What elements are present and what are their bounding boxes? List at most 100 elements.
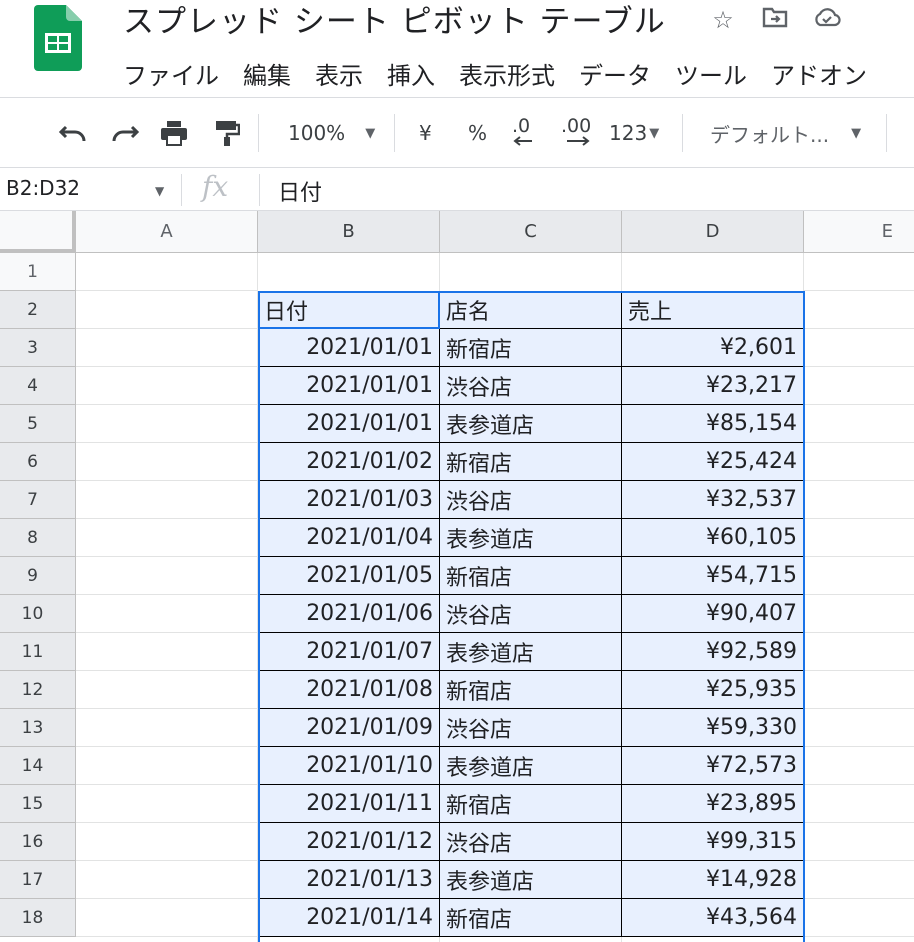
menu-file[interactable]: ファイル bbox=[123, 56, 219, 91]
store-cell[interactable]: 表参道店 bbox=[440, 405, 622, 443]
store-cell[interactable]: 新宿店 bbox=[440, 443, 622, 481]
sales-cell[interactable]: ¥92,589 bbox=[622, 633, 804, 671]
table-header-cell[interactable]: 店名 bbox=[440, 291, 622, 329]
row-header[interactable]: 13 bbox=[0, 709, 76, 747]
store-cell[interactable]: 表参道店 bbox=[440, 519, 622, 557]
sales-cell[interactable]: ¥14,928 bbox=[622, 861, 804, 899]
menu-addons[interactable]: アドオン bbox=[771, 56, 867, 91]
date-cell[interactable]: 2021/01/14 bbox=[258, 899, 440, 937]
store-cell[interactable]: 新宿店 bbox=[440, 899, 622, 937]
row-header[interactable]: 3 bbox=[0, 329, 76, 367]
store-cell[interactable]: 表参道店 bbox=[440, 633, 622, 671]
column-header-c[interactable]: C bbox=[440, 211, 622, 253]
row-header[interactable]: 15 bbox=[0, 785, 76, 823]
store-cell[interactable]: 新宿店 bbox=[440, 329, 622, 367]
move-to-folder-icon[interactable] bbox=[760, 6, 790, 34]
date-cell[interactable]: 2021/01/05 bbox=[258, 557, 440, 595]
spreadsheet-grid[interactable]: A B C D E 1 2 日付 店名 売上 3 2021/01/01 新宿店 ¥2,601 4 2… bbox=[0, 211, 914, 942]
menu-view[interactable]: 表示 bbox=[315, 56, 363, 91]
row-header[interactable]: 9 bbox=[0, 557, 76, 595]
cloud-status-icon[interactable] bbox=[812, 6, 842, 34]
row-header[interactable]: 4 bbox=[0, 367, 76, 405]
sales-cell[interactable]: ¥23,217 bbox=[622, 367, 804, 405]
sales-cell[interactable]: ¥43,564 bbox=[622, 899, 804, 937]
row-header[interactable]: 14 bbox=[0, 747, 76, 785]
name-box-dropdown-icon[interactable]: ▼ bbox=[155, 184, 164, 198]
sales-cell[interactable]: ¥25,424 bbox=[622, 443, 804, 481]
sales-cell[interactable]: ¥2,601 bbox=[622, 329, 804, 367]
sales-cell[interactable]: ¥25,935 bbox=[622, 671, 804, 709]
store-cell[interactable]: 渋谷店 bbox=[440, 481, 622, 519]
more-formats-button[interactable]: 123 ▼ bbox=[609, 116, 659, 150]
sheets-logo-icon[interactable] bbox=[34, 5, 82, 71]
date-cell[interactable]: 2021/01/06 bbox=[258, 595, 440, 633]
sales-cell[interactable]: ¥60,105 bbox=[622, 519, 804, 557]
row-header[interactable]: 18 bbox=[0, 899, 76, 937]
column-header-d[interactable]: D bbox=[622, 211, 804, 253]
row-header[interactable]: 5 bbox=[0, 405, 76, 443]
date-cell[interactable]: 2021/01/04 bbox=[258, 519, 440, 557]
sales-cell[interactable]: ¥90,407 bbox=[622, 595, 804, 633]
row-header[interactable]: 6 bbox=[0, 443, 76, 481]
formula-input[interactable]: 日付 bbox=[278, 175, 322, 207]
paint-format-icon[interactable] bbox=[214, 116, 240, 150]
zoom-select[interactable]: 100% ▼ bbox=[288, 116, 375, 150]
menu-tools[interactable]: ツール bbox=[675, 56, 747, 91]
date-cell[interactable]: 2021/01/01 bbox=[258, 405, 440, 443]
row-header[interactable]: 2 bbox=[0, 291, 76, 329]
redo-icon[interactable] bbox=[110, 116, 140, 150]
column-header-b[interactable]: B bbox=[258, 211, 440, 253]
date-cell[interactable]: 2021/01/07 bbox=[258, 633, 440, 671]
increase-decimal-button[interactable]: .00 bbox=[561, 116, 591, 150]
date-cell[interactable]: 2021/01/13 bbox=[258, 861, 440, 899]
sales-cell[interactable]: ¥72,573 bbox=[622, 747, 804, 785]
menu-edit[interactable]: 編集 bbox=[243, 56, 291, 91]
date-cell[interactable]: 2021/01/08 bbox=[258, 671, 440, 709]
percent-format-button[interactable]: % bbox=[468, 116, 487, 150]
print-icon[interactable] bbox=[160, 116, 188, 150]
date-cell[interactable]: 2021/01/01 bbox=[258, 329, 440, 367]
row-header[interactable]: 7 bbox=[0, 481, 76, 519]
sales-cell[interactable]: ¥99,315 bbox=[622, 823, 804, 861]
row-header[interactable]: 17 bbox=[0, 861, 76, 899]
row-header[interactable]: 12 bbox=[0, 671, 76, 709]
decrease-decimal-button[interactable]: .0 bbox=[512, 116, 534, 150]
row-header[interactable]: 1 bbox=[0, 253, 76, 291]
date-cell[interactable]: 2021/01/10 bbox=[258, 747, 440, 785]
row-header[interactable]: 16 bbox=[0, 823, 76, 861]
table-header-cell[interactable]: 売上 bbox=[622, 291, 804, 329]
font-select[interactable]: デフォルト... ▼ bbox=[710, 116, 861, 150]
table-header-cell[interactable]: 日付 bbox=[258, 291, 440, 329]
store-cell[interactable]: 新宿店 bbox=[440, 671, 622, 709]
sales-cell[interactable]: ¥85,154 bbox=[622, 405, 804, 443]
store-cell[interactable]: 渋谷店 bbox=[440, 367, 622, 405]
undo-icon[interactable] bbox=[58, 116, 88, 150]
store-cell[interactable]: 表参道店 bbox=[440, 861, 622, 899]
sales-cell[interactable]: ¥23,895 bbox=[622, 785, 804, 823]
row-header[interactable]: 10 bbox=[0, 595, 76, 633]
store-cell[interactable]: 新宿店 bbox=[440, 557, 622, 595]
row-header[interactable]: 8 bbox=[0, 519, 76, 557]
date-cell[interactable]: 2021/01/02 bbox=[258, 443, 440, 481]
date-cell[interactable]: 2021/01/01 bbox=[258, 367, 440, 405]
document-title[interactable]: スプレッド シート ピボット テーブル bbox=[123, 0, 666, 41]
store-cell[interactable]: 渋谷店 bbox=[440, 823, 622, 861]
date-cell[interactable]: 2021/01/03 bbox=[258, 481, 440, 519]
sales-cell[interactable]: ¥32,537 bbox=[622, 481, 804, 519]
star-icon[interactable]: ☆ bbox=[708, 6, 738, 34]
date-cell[interactable]: 2021/01/11 bbox=[258, 785, 440, 823]
select-all-corner[interactable] bbox=[0, 211, 76, 253]
name-box[interactable]: B2:D32 bbox=[6, 176, 80, 200]
date-cell[interactable]: 2021/01/09 bbox=[258, 709, 440, 747]
currency-format-button[interactable]: ¥ bbox=[419, 116, 432, 150]
store-cell[interactable]: 表参道店 bbox=[440, 747, 622, 785]
menu-format[interactable]: 表示形式 bbox=[459, 56, 555, 91]
sales-cell[interactable]: ¥59,330 bbox=[622, 709, 804, 747]
store-cell[interactable]: 新宿店 bbox=[440, 785, 622, 823]
sales-cell[interactable]: ¥54,715 bbox=[622, 557, 804, 595]
date-cell[interactable]: 2021/01/12 bbox=[258, 823, 440, 861]
row-header[interactable]: 11 bbox=[0, 633, 76, 671]
column-header-e[interactable]: E bbox=[804, 211, 914, 253]
store-cell[interactable]: 渋谷店 bbox=[440, 709, 622, 747]
menu-data[interactable]: データ bbox=[579, 56, 651, 91]
